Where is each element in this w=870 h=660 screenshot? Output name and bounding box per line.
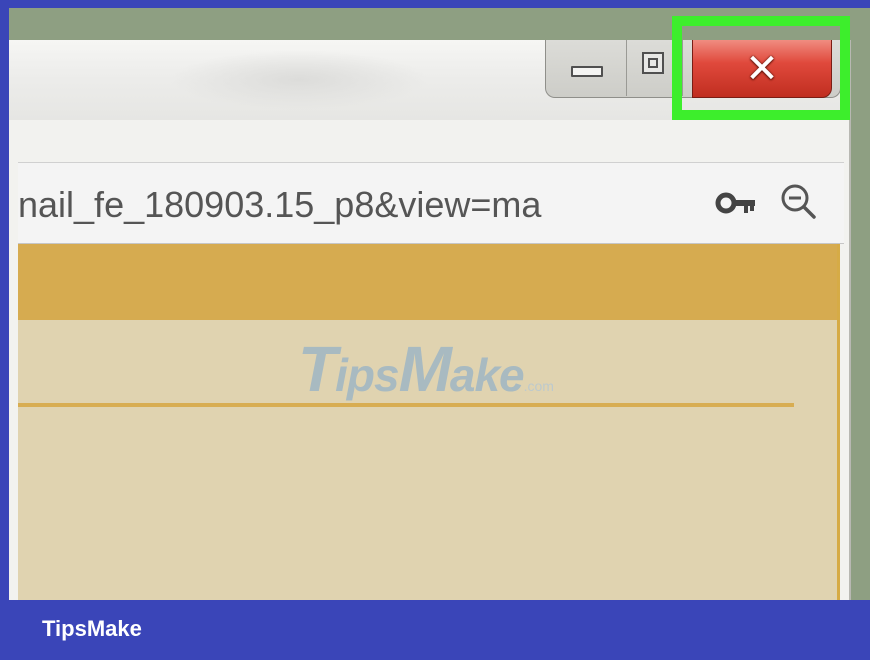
minimize-button[interactable] (546, 40, 627, 96)
url-text[interactable]: nail_fe_180903.15_p8&view=ma (18, 183, 541, 227)
watermark-text-ips: ips (335, 349, 399, 401)
close-icon: ✕ (745, 45, 779, 92)
address-bar[interactable]: nail_fe_180903.15_p8&view=ma (18, 162, 844, 244)
close-button[interactable]: ✕ (692, 40, 832, 98)
header-band (18, 244, 837, 320)
frame-top (0, 0, 870, 8)
key-icon[interactable] (715, 189, 759, 217)
minimize-icon (571, 66, 603, 77)
watermark-logo: TipsMake.com (298, 332, 554, 405)
footer-brand: TipsMake (42, 616, 142, 641)
maximize-icon (642, 52, 664, 74)
footer-bar: TipsMake (0, 600, 870, 660)
page-content: TipsMake.com (18, 244, 840, 636)
zoom-out-icon[interactable] (778, 181, 818, 221)
watermark-text-ake: ake (449, 349, 525, 401)
title-bar-blur (169, 50, 429, 110)
browser-window: nail_fe_180903.15_p8&view=ma TipsMake.co… (9, 40, 851, 636)
frame-left (0, 0, 9, 660)
watermark-letter-m: M (398, 333, 452, 405)
watermark-suffix: .com (523, 378, 554, 394)
watermark-letter-t: T (298, 333, 337, 405)
